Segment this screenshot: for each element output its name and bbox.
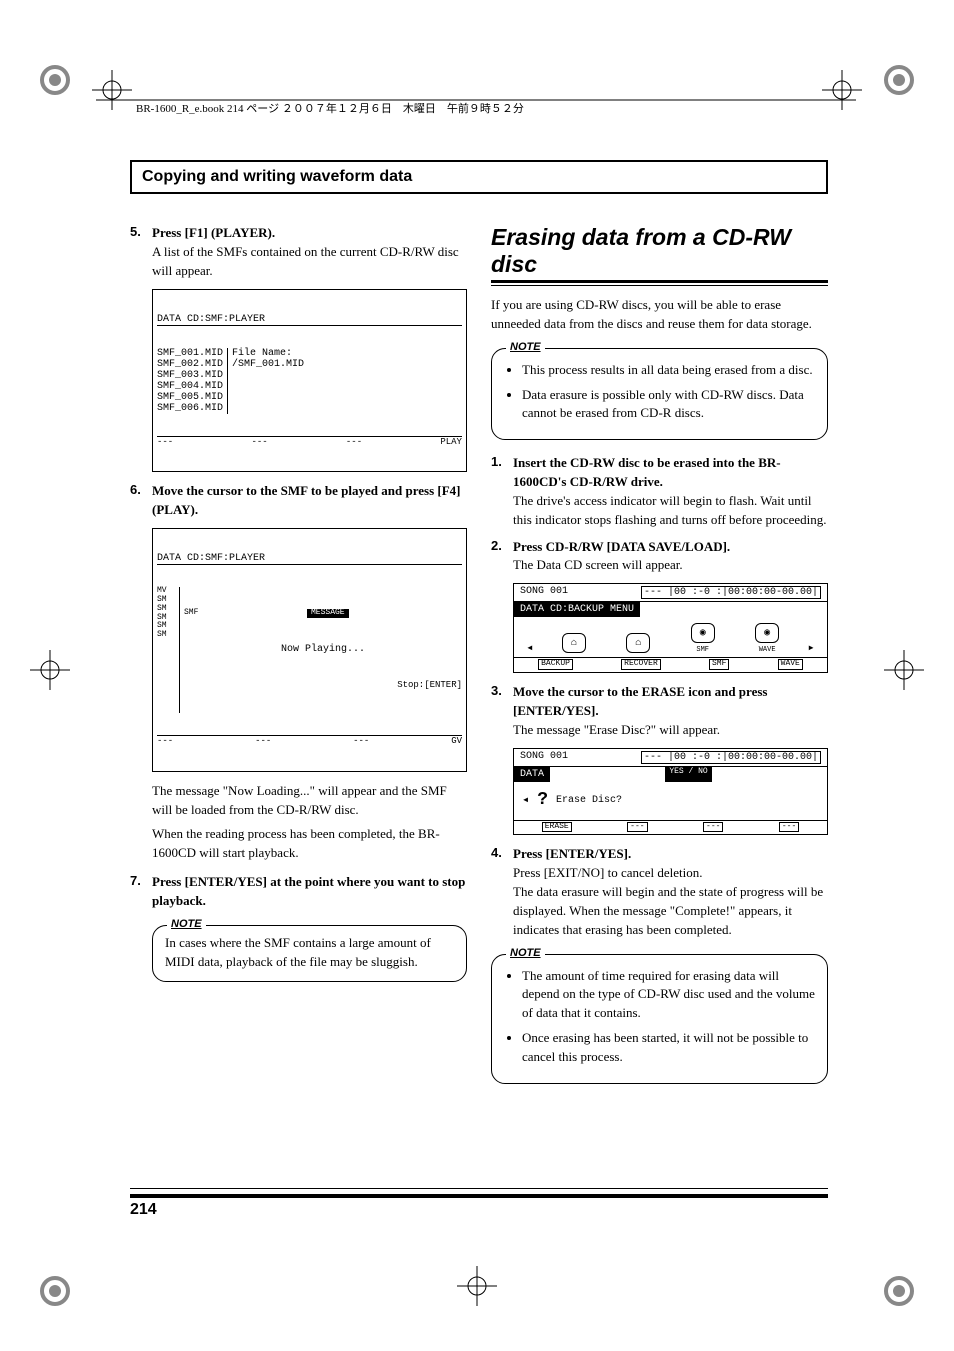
- step-5-body: A list of the SMFs contained on the curr…: [152, 244, 459, 278]
- crop-mark-tr: [884, 65, 914, 95]
- erasing-title: Erasing data from a CD-RW disc: [491, 224, 828, 278]
- step-2-head: Press CD-R/RW [DATA SAVE/LOAD].: [513, 539, 730, 554]
- step-number: 2.: [491, 538, 513, 576]
- crop-mark-ml: [30, 650, 70, 695]
- note-text: In cases where the SMF contains a large …: [165, 934, 454, 972]
- crop-mark-br: [884, 1276, 914, 1306]
- step-number: 7.: [130, 873, 152, 911]
- erasing-intro: If you are using CD-RW discs, you will b…: [491, 296, 828, 334]
- note-label: NOTE: [506, 340, 545, 356]
- step-number: 5.: [130, 224, 152, 281]
- step-3-head: Move the cursor to the ERASE icon and pr…: [513, 684, 767, 718]
- step-4-body-b: The data erasure will begin and the stat…: [513, 884, 823, 937]
- header-text: BR-1600_R_e.book 214 ページ ２００７年１２月６日 木曜日 …: [130, 103, 530, 115]
- note-label: NOTE: [506, 946, 545, 962]
- step-5-head: Press [F1] (PLAYER).: [152, 225, 275, 240]
- step-4-body-a: Press [EXIT/NO] to cancel deletion.: [513, 865, 703, 880]
- step-number: 1.: [491, 454, 513, 529]
- step-6-head: Move the cursor to the SMF to be played …: [152, 483, 460, 517]
- step-2-body: The Data CD screen will appear.: [513, 557, 683, 572]
- note-box: NOTE In cases where the SMF contains a l…: [152, 925, 467, 983]
- step-1-head: Insert the CD-RW disc to be erased into …: [513, 455, 781, 489]
- step-1-body: The drive's access indicator will begin …: [513, 493, 827, 527]
- note-box: NOTE The amount of time required for era…: [491, 954, 828, 1084]
- step-4-head: Press [ENTER/YES].: [513, 846, 631, 861]
- step-number: 4.: [491, 845, 513, 939]
- section-bar-title: Copying and writing waveform data: [130, 160, 828, 194]
- note-item: The amount of time required for erasing …: [522, 967, 815, 1024]
- crop-mark-tl: [40, 65, 70, 95]
- page-footer: 214: [130, 1188, 828, 1219]
- step-6-desc-b: When the reading process has been comple…: [152, 825, 467, 863]
- step-7-head: Press [ENTER/YES] at the point where you…: [152, 874, 465, 908]
- lcd-screenshot-erase-disc: SONG 001 --- |00 :-0 :|00:00:00-00.00| D…: [513, 748, 828, 836]
- note-label: NOTE: [167, 917, 206, 933]
- crop-mark-mb: [457, 1266, 497, 1311]
- step-6-desc-a: The message "Now Loading..." will appear…: [152, 782, 467, 820]
- lcd-screenshot-now-playing: DATA CD:SMF:PLAYER MV SM SM SM SM SM SMF…: [152, 528, 467, 772]
- step-number: 3.: [491, 683, 513, 740]
- note-item: Once erasing has been started, it will n…: [522, 1029, 815, 1067]
- page-number: 214: [130, 1201, 828, 1219]
- note-box: NOTE This process results in all data be…: [491, 348, 828, 441]
- step-number: 6.: [130, 482, 152, 520]
- note-item: Data erasure is possible only with CD-RW…: [522, 386, 815, 424]
- right-column: Erasing data from a CD-RW disc If you ar…: [491, 224, 828, 1098]
- lcd-screenshot-backup-menu: SONG 001 --- |00 :-0 :|00:00:00-00.00| D…: [513, 583, 828, 673]
- crop-mark-bl: [40, 1276, 70, 1306]
- lcd-screenshot-player-list: DATA CD:SMF:PLAYER SMF_001.MID SMF_002.M…: [152, 289, 467, 473]
- left-column: 5. Press [F1] (PLAYER). A list of the SM…: [130, 224, 467, 1098]
- step-3-body: The message "Erase Disc?" will appear.: [513, 722, 720, 737]
- crop-mark-mr: [884, 650, 924, 695]
- note-item: This process results in all data being e…: [522, 361, 815, 380]
